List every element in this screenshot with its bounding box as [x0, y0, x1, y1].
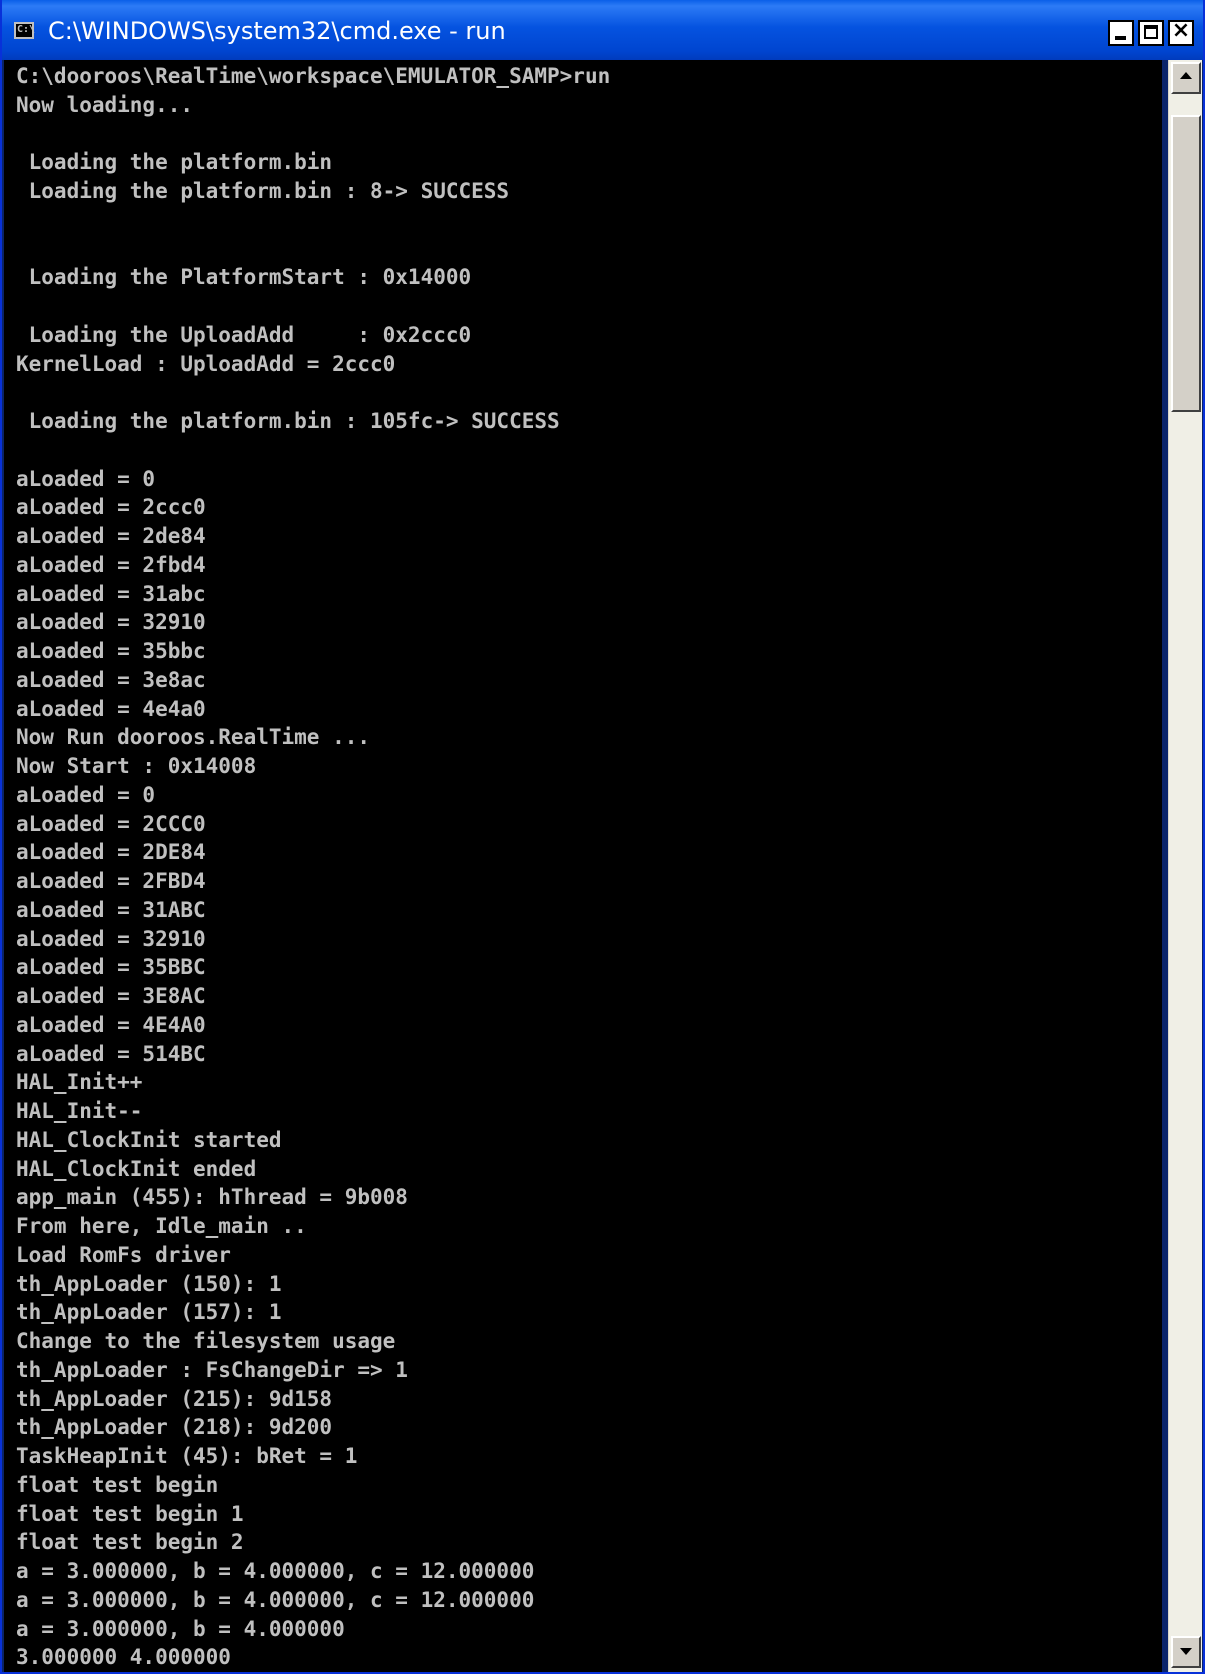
console-line: 3.000000 4.000000 — [16, 1645, 231, 1670]
console-line: a = 3.000000, b = 4.000000 — [16, 1616, 345, 1641]
scroll-down-arrow-icon — [1180, 1648, 1192, 1655]
console-line: Loading the platform.bin : 105fc-> SUCCE… — [16, 409, 560, 433]
scroll-up-button[interactable] — [1171, 62, 1201, 94]
console-line: th_AppLoader (157): 1 — [16, 1300, 282, 1325]
console-line: a = 3.000000, b = 4.000000, c = 12.00000… — [16, 1559, 535, 1583]
console-line: aLoaded = 35BBC — [16, 955, 206, 980]
console-line: HAL_Init++ — [16, 1070, 143, 1095]
console-window: C:\ C:\WINDOWS\system32\cmd.exe - run × … — [0, 0, 1205, 1674]
console-line: aLoaded = 2CCC0 — [16, 811, 206, 836]
console-line: aLoaded = 35bbc — [16, 639, 206, 663]
console-line: HAL_Init-- — [16, 1099, 143, 1123]
console-line: aLoaded = 2ccc0 — [16, 495, 206, 520]
console-line: Change to the filesystem usage — [16, 1329, 396, 1353]
console-line: Load RomFs driver — [16, 1242, 231, 1267]
console-line: float test begin 2 — [16, 1530, 244, 1555]
console-line: Loading the PlatformStart : 0x14000 — [16, 265, 472, 290]
console-line: aLoaded = 0 — [16, 782, 156, 807]
console-line: aLoaded = 2fbd4 — [16, 552, 206, 577]
console-line: From here, Idle_main .. — [16, 1214, 307, 1238]
close-button[interactable]: × — [1168, 18, 1194, 46]
scroll-up-arrow-icon — [1180, 72, 1192, 79]
console-line: aLoaded = 32910 — [16, 610, 206, 635]
console-line: Now Start : 0x14008 — [16, 754, 257, 778]
console-line: float test begin — [16, 1472, 219, 1497]
console-line: HAL_ClockInit ended — [16, 1156, 257, 1181]
console-line: th_AppLoader (215): 9d158 — [16, 1386, 333, 1411]
window-title: C:\WINDOWS\system32\cmd.exe - run — [48, 17, 506, 45]
console-line: Now loading... — [16, 92, 194, 117]
console-line: aLoaded = 2de84 — [16, 524, 206, 548]
console-line: float test begin 1 — [16, 1501, 244, 1526]
console-line: a = 3.000000, b = 4.000000, c = 12.00000… — [16, 1587, 535, 1612]
scroll-down-button[interactable] — [1171, 1636, 1201, 1668]
console-line: th_AppLoader : FsChangeDir => 1 — [16, 1357, 408, 1382]
console-line: aLoaded = 4E4A0 — [16, 1012, 206, 1037]
console-line: aLoaded = 32910 — [16, 926, 206, 951]
console-line: Now Run dooroos.RealTime ... — [16, 725, 371, 750]
console-line: Loading the UploadAdd : 0x2ccc0 — [16, 322, 472, 347]
cmd-console-icon[interactable]: C:\ — [14, 22, 35, 39]
vertical-scrollbar[interactable] — [1168, 60, 1202, 1672]
minimize-button[interactable] — [1108, 20, 1134, 46]
title-bar[interactable]: C:\ C:\WINDOWS\system32\cmd.exe - run × — [2, 0, 1203, 60]
maximize-icon — [1144, 25, 1158, 39]
scrollbar-thumb[interactable] — [1171, 115, 1201, 412]
console-line: app_main (455): hThread = 9b008 — [16, 1185, 408, 1210]
maximize-button[interactable] — [1138, 20, 1164, 46]
console-line: th_AppLoader (218): 9d200 — [16, 1415, 333, 1440]
console-line: aLoaded = 0 — [16, 466, 156, 491]
console-line: Loading the platform.bin : 8-> SUCCESS — [16, 179, 510, 203]
console-line: aLoaded = 2FBD4 — [16, 869, 206, 893]
console-line: HAL_ClockInit started — [16, 1127, 282, 1152]
console-line: C:\dooroos\RealTime\workspace\EMULATOR_S… — [16, 64, 611, 88]
console-line: aLoaded = 3e8ac — [16, 667, 206, 692]
console-line: aLoaded = 514BC — [16, 1041, 206, 1066]
console-output[interactable]: C:\dooroos\RealTime\workspace\EMULATOR_S… — [4, 60, 1162, 1672]
console-line: aLoaded = 31ABC — [16, 897, 206, 922]
console-line: TaskHeapInit (45): bRet = 1 — [16, 1444, 358, 1468]
console-line: aLoaded = 3E8AC — [16, 984, 206, 1008]
close-icon: × — [1171, 18, 1191, 43]
console-line: aLoaded = 4e4a0 — [16, 696, 206, 721]
console-line: aLoaded = 2DE84 — [16, 840, 206, 865]
console-line: KernelLoad : UploadAdd = 2ccc0 — [16, 351, 396, 376]
console-line: aLoaded = 31abc — [16, 581, 206, 606]
minimize-icon — [1115, 36, 1126, 40]
console-line: Loading the platform.bin — [16, 150, 333, 175]
console-line: th_AppLoader (150): 1 — [16, 1271, 282, 1296]
